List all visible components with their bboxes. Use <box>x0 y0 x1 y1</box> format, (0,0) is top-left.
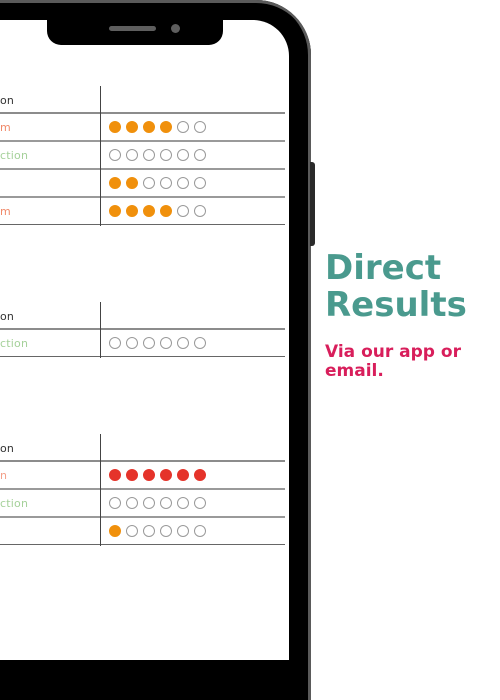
empty-dot-icon <box>177 497 189 509</box>
phone-side-button <box>310 162 315 246</box>
filled-dot-icon <box>143 121 155 133</box>
empty-dot-icon <box>177 149 189 161</box>
empty-dot-icon <box>194 121 206 133</box>
headline-line-2: Results <box>325 285 467 325</box>
filled-dot-icon <box>177 469 189 481</box>
table-header-label: on <box>0 94 15 107</box>
row-label: ction <box>0 497 29 510</box>
subline-line-2: email. <box>325 361 384 381</box>
empty-dot-icon <box>160 497 172 509</box>
empty-dot-icon <box>160 177 172 189</box>
filled-dot-icon <box>109 177 121 189</box>
filled-dot-icon <box>160 469 172 481</box>
empty-dot-icon <box>126 525 138 537</box>
empty-dot-icon <box>143 149 155 161</box>
filled-dot-icon <box>126 469 138 481</box>
empty-dot-icon <box>177 525 189 537</box>
empty-dot-icon <box>177 121 189 133</box>
empty-dot-icon <box>194 149 206 161</box>
row-label: n <box>0 469 8 482</box>
table-header-row: on <box>0 86 285 114</box>
empty-dot-icon <box>160 149 172 161</box>
row-label: ction <box>0 149 29 162</box>
results-table: on m ction m <box>0 86 285 226</box>
table-row: m <box>0 114 285 142</box>
table-row: n <box>0 462 285 490</box>
filled-dot-icon <box>109 121 121 133</box>
row-label: m <box>0 121 11 134</box>
empty-dot-icon <box>126 337 138 349</box>
filled-dot-icon <box>126 121 138 133</box>
rating-dots <box>109 469 206 481</box>
empty-dot-icon <box>126 497 138 509</box>
filled-dot-icon <box>143 205 155 217</box>
filled-dot-icon <box>126 177 138 189</box>
subline-line-1: Via our app or <box>325 342 461 362</box>
empty-dot-icon <box>143 497 155 509</box>
promo-headline: Direct Results <box>325 250 467 324</box>
empty-dot-icon <box>143 177 155 189</box>
rating-dots <box>109 525 206 537</box>
empty-dot-icon <box>177 337 189 349</box>
empty-dot-icon <box>177 205 189 217</box>
phone-screen: on m ction m on ction on n ction <box>0 20 289 660</box>
table-header-row: on <box>0 302 285 330</box>
table-row <box>0 170 285 198</box>
filled-dot-icon <box>109 205 121 217</box>
table-row: ction <box>0 330 285 357</box>
empty-dot-icon <box>160 525 172 537</box>
headline-line-1: Direct <box>325 248 442 288</box>
empty-dot-icon <box>194 205 206 217</box>
filled-dot-icon <box>143 469 155 481</box>
row-label: ction <box>0 337 29 350</box>
rating-dots <box>109 337 206 349</box>
filled-dot-icon <box>109 525 121 537</box>
filled-dot-icon <box>109 469 121 481</box>
rating-dots <box>109 121 206 133</box>
rating-dots <box>109 177 206 189</box>
empty-dot-icon <box>109 337 121 349</box>
results-table: on ction <box>0 302 285 358</box>
results-table: on n ction <box>0 434 285 546</box>
empty-dot-icon <box>177 177 189 189</box>
filled-dot-icon <box>194 469 206 481</box>
empty-dot-icon <box>143 337 155 349</box>
empty-dot-icon <box>194 177 206 189</box>
rating-dots <box>109 497 206 509</box>
table-row: ction <box>0 142 285 170</box>
column-divider <box>100 434 101 546</box>
table-header-label: on <box>0 310 15 323</box>
empty-dot-icon <box>126 149 138 161</box>
rating-dots <box>109 149 206 161</box>
speaker-grille-icon <box>109 26 156 31</box>
filled-dot-icon <box>160 205 172 217</box>
table-header-row: on <box>0 434 285 462</box>
table-row: ction <box>0 490 285 518</box>
filled-dot-icon <box>160 121 172 133</box>
table-header-label: on <box>0 442 15 455</box>
table-row: m <box>0 198 285 225</box>
empty-dot-icon <box>109 149 121 161</box>
column-divider <box>100 302 101 358</box>
rating-dots <box>109 205 206 217</box>
filled-dot-icon <box>126 205 138 217</box>
phone-notch <box>47 18 223 45</box>
empty-dot-icon <box>143 525 155 537</box>
promo-subline: Via our app or email. <box>325 343 461 381</box>
empty-dot-icon <box>194 525 206 537</box>
table-row <box>0 518 285 545</box>
front-camera-icon <box>171 24 180 33</box>
column-divider <box>100 86 101 226</box>
empty-dot-icon <box>194 337 206 349</box>
empty-dot-icon <box>160 337 172 349</box>
row-label: m <box>0 205 11 218</box>
empty-dot-icon <box>194 497 206 509</box>
empty-dot-icon <box>109 497 121 509</box>
